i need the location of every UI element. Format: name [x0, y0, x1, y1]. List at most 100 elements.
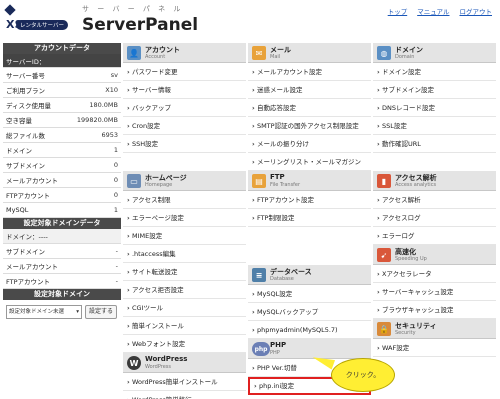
- menu-item-subdomain[interactable]: サブドメイン設定: [373, 81, 496, 99]
- category-access-analytics: ▮ アクセス解析 Access analytics: [373, 171, 496, 191]
- menu-item-phpmyadmin[interactable]: phpmyadmin(MySQL5.7): [248, 321, 371, 339]
- menu-item-ftp-account[interactable]: FTPアカウント設定: [248, 191, 371, 209]
- lock-icon: 🔒: [377, 322, 391, 336]
- menu-item-auto-reply[interactable]: 自動応答設定: [248, 99, 371, 117]
- menu-item-ssl[interactable]: SSL設定: [373, 117, 496, 135]
- menu-item-backup[interactable]: バックアップ: [123, 99, 246, 117]
- menu-item-site-redirect[interactable]: サイト転送設定: [123, 263, 246, 281]
- menu-item-browser-cache[interactable]: ブラウザキャッシュ設定: [373, 301, 496, 319]
- header: XSERVER レンタルサーバー サ ー バ ー パ ネ ル ServerPan…: [0, 0, 500, 40]
- manual-link[interactable]: マニュアル: [417, 6, 449, 16]
- globe-icon: ◍: [377, 46, 391, 60]
- category-php: php PHP PHP: [248, 339, 371, 359]
- menu-item-mail-filter[interactable]: メールの振り分け: [248, 135, 371, 153]
- account-row: ディスク使用量 180.0MB: [3, 98, 121, 113]
- click-callout: クリック。: [331, 358, 395, 392]
- category-domain: ◍ ドメイン Domain: [373, 43, 496, 63]
- menu-item-web-font[interactable]: Webフォント設定: [123, 335, 246, 353]
- menu-item-cron[interactable]: Cron設定: [123, 117, 246, 135]
- domain-select[interactable]: 設定対象ドメイン未選 ▾: [6, 305, 82, 319]
- menu-item-wp-install[interactable]: WordPress簡単インストール: [123, 373, 246, 391]
- domain-data-heading: 設定対象ドメインデータ: [3, 218, 121, 229]
- domain-select-row: 設定対象ドメイン未選 ▾ 設定する: [3, 300, 121, 324]
- account-rows: サーバー番号 sv ご利用プラン X10 ディスク使用量 180.0MB 空き容量 19…: [3, 68, 121, 218]
- category-speed-up: ➹ 高速化 Speeding Up: [373, 245, 496, 265]
- menu-column-3: ◍ ドメイン Domain ドメイン設定 サブドメイン設定 DNSレコード設定 …: [373, 43, 496, 357]
- menu-item-htaccess[interactable]: .htaccess編集: [123, 245, 246, 263]
- account-row: ドメイン 1: [3, 143, 121, 158]
- set-domain-button[interactable]: 設定する: [85, 305, 118, 319]
- category-account: 👤 アカウント Account: [123, 43, 246, 63]
- target-domain-heading: 設定対象ドメイン: [3, 289, 121, 300]
- menu-item-mime[interactable]: MIME設定: [123, 227, 246, 245]
- account-row: MySQL 1: [3, 203, 121, 218]
- rocket-icon: ➹: [377, 248, 391, 262]
- top-link[interactable]: トップ: [388, 6, 408, 16]
- domain-data-row: FTPアカウント -: [3, 274, 121, 289]
- account-row: ご利用プラン X10: [3, 83, 121, 98]
- panel-title-en: ServerPanel: [82, 15, 199, 35]
- panel-title-ja: サ ー バ ー パ ネ ル: [82, 5, 184, 13]
- chart-icon: ▮: [377, 174, 391, 188]
- category-homepage: ▭ ホームページ Homepage: [123, 171, 246, 191]
- xserver-diamond-icon: [4, 4, 16, 16]
- account-row: 空き容量 199820.0MB: [3, 113, 121, 128]
- menu-item-easy-install[interactable]: 簡単インストール: [123, 317, 246, 335]
- menu-item-mail-account[interactable]: メールアカウント設定: [248, 63, 371, 81]
- menu-item-spam[interactable]: 迷惑メール設定: [248, 81, 371, 99]
- menu-item-check-url[interactable]: 動作確認URL: [373, 135, 496, 153]
- menu-item-server-cache[interactable]: サーバーキャッシュ設定: [373, 283, 496, 301]
- menu-item-access-restriction[interactable]: アクセス制限: [123, 191, 246, 209]
- logout-link[interactable]: ログアウト: [460, 6, 493, 16]
- menu-item-domain[interactable]: ドメイン設定: [373, 63, 496, 81]
- menu-item-dns[interactable]: DNSレコード設定: [373, 99, 496, 117]
- menu-item-cgi[interactable]: CGIツール: [123, 299, 246, 317]
- account-icon: 👤: [127, 46, 141, 60]
- account-row: サブドメイン 0: [3, 158, 121, 173]
- database-icon: ≡: [252, 268, 266, 282]
- menu-item-access-log[interactable]: アクセスログ: [373, 209, 496, 227]
- php-icon: php: [252, 342, 270, 356]
- homepage-icon: ▭: [127, 174, 141, 188]
- menu-item-waf[interactable]: WAF設定: [373, 339, 496, 357]
- account-row: FTPアカウント 0: [3, 188, 121, 203]
- rental-badge: レンタルサーバー: [16, 20, 68, 30]
- domain-row: ドメイン：----: [3, 229, 121, 244]
- category-security: 🔒 セキュリティ Security: [373, 319, 496, 339]
- account-row: 総ファイル数 6953: [3, 128, 121, 143]
- category-ftp: ▤ FTP File Transfer: [248, 171, 371, 191]
- menu-item-mysql[interactable]: MySQL設定: [248, 285, 371, 303]
- menu-item-error-page[interactable]: エラーページ設定: [123, 209, 246, 227]
- category-database: ≡ データベース Database: [248, 265, 371, 285]
- top-links: トップ マニュアル ログアウト: [388, 6, 492, 16]
- menu-item-error-log[interactable]: エラーログ: [373, 227, 496, 245]
- ftp-folder-icon: ▤: [252, 174, 266, 188]
- menu-item-ssh[interactable]: SSH設定: [123, 135, 246, 153]
- menu-item-mailing-list[interactable]: メーリングリスト・メールマガジン: [248, 153, 371, 171]
- category-wordpress: W WordPress WordPress: [123, 353, 246, 373]
- menu-column-1: 👤 アカウント Account パスワード変更 サーバー情報 バックアップ Cr…: [123, 43, 246, 399]
- menu-item-access-deny[interactable]: アクセス拒否設定: [123, 281, 246, 299]
- account-data-heading: アカウントデータ: [3, 43, 121, 54]
- menu-column-2: ✉ メール Mail メールアカウント設定 迷惑メール設定 自動応答設定 SMT…: [248, 43, 371, 395]
- panel-title: サ ー バ ー パ ネ ル ServerPanel: [82, 4, 198, 35]
- menu-item-x-accelerator[interactable]: Xアクセラレータ: [373, 265, 496, 283]
- wordpress-icon: W: [127, 356, 141, 370]
- domain-data-row: メールアカウント -: [3, 259, 121, 274]
- menu-item-ftp-restrict[interactable]: FTP制限設定: [248, 209, 371, 227]
- xserver-logo[interactable]: XSERVER レンタルサーバー: [4, 4, 72, 35]
- account-row: メールアカウント 0: [3, 173, 121, 188]
- sidebar: アカウントデータ サーバーID： サーバー番号 sv ご利用プラン X10 ディスク…: [3, 43, 121, 324]
- server-id-row: サーバーID：: [3, 54, 121, 68]
- menu-item-wp-migrate[interactable]: WordPress簡単移行: [123, 391, 246, 399]
- menu-item-mysql-backup[interactable]: MySQLバックアップ: [248, 303, 371, 321]
- account-row: サーバー番号 sv: [3, 68, 121, 83]
- mail-icon: ✉: [252, 46, 266, 60]
- menu-item-password[interactable]: パスワード変更: [123, 63, 246, 81]
- dropdown-arrow-icon: ▾: [76, 309, 79, 315]
- server-id-label: サーバーID：: [6, 57, 46, 66]
- menu-item-smtp-restrict[interactable]: SMTP認証の国外アクセス制限設定: [248, 117, 371, 135]
- menu-item-access-analytics[interactable]: アクセス解析: [373, 191, 496, 209]
- menu-item-server-info[interactable]: サーバー情報: [123, 81, 246, 99]
- domain-data-row: サブドメイン -: [3, 244, 121, 259]
